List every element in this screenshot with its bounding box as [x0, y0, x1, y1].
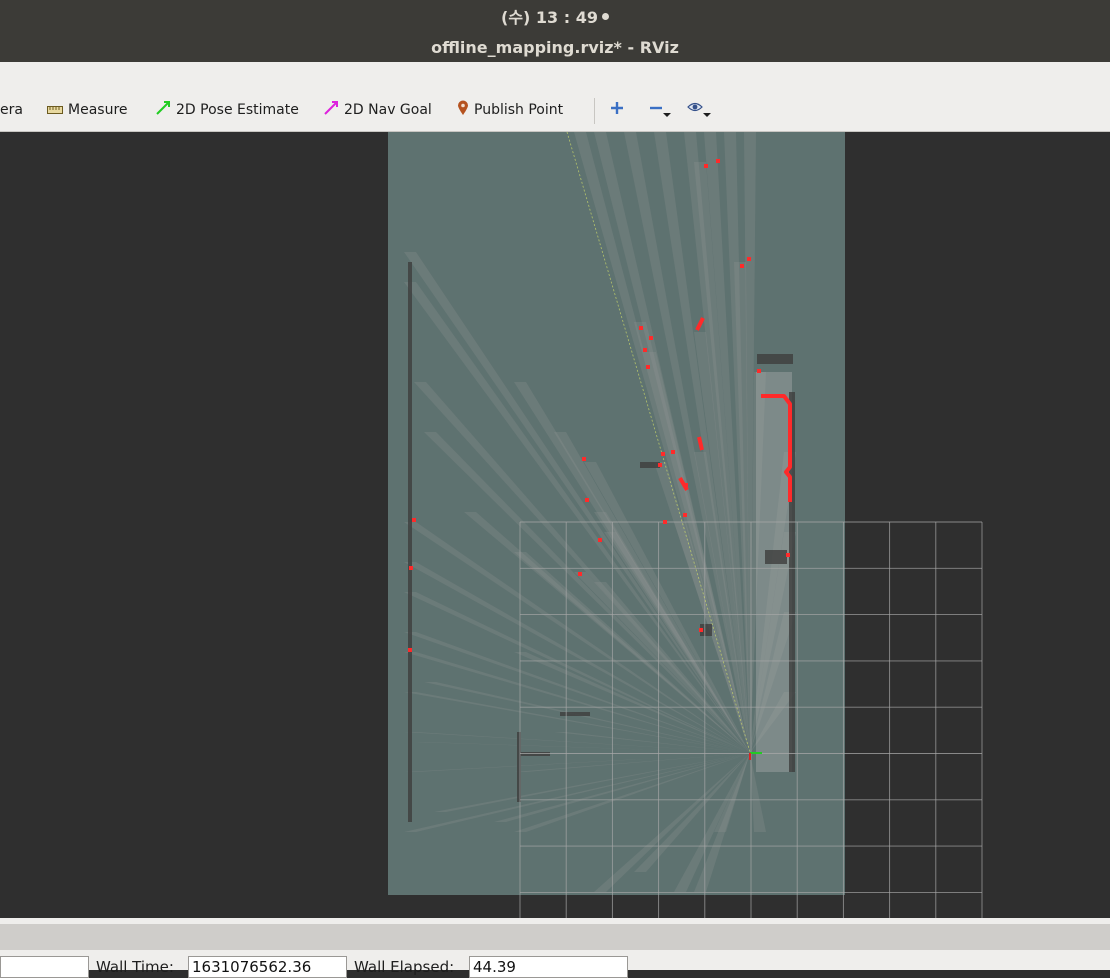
plus-icon — [610, 101, 629, 119]
eye-icon — [687, 98, 718, 122]
laser-point — [646, 365, 650, 369]
wall-elapsed-label: Wall Elapsed: — [354, 958, 455, 976]
laser-point — [747, 257, 751, 261]
tool-2d-pose-estimate[interactable]: 2D Pose Estimate — [155, 88, 299, 132]
laser-point — [649, 336, 653, 340]
laser-point — [683, 513, 687, 517]
notification-dot-icon — [602, 12, 609, 20]
obstacle — [757, 354, 793, 364]
laser-point — [661, 452, 665, 456]
time-panel — [0, 924, 1110, 950]
obstacle — [520, 752, 550, 756]
window-title: offline_mapping.rviz* - RViz — [431, 37, 679, 57]
laser-point — [704, 164, 708, 168]
laser-point — [643, 348, 647, 352]
tool-2d-nav-goal-label: 2D Nav Goal — [344, 102, 432, 118]
toolbar-separator — [594, 98, 595, 124]
laser-point — [786, 553, 790, 557]
remove-tool-button[interactable] — [649, 88, 678, 132]
view-tools-button[interactable] — [687, 88, 718, 132]
window-title-bar: offline_mapping.rviz* - RViz — [0, 32, 1110, 62]
laser-point — [671, 450, 675, 454]
laser-point — [757, 369, 761, 373]
obstacle — [765, 550, 787, 564]
map-pin-icon — [457, 100, 474, 120]
tool-2d-pose-estimate-label: 2D Pose Estimate — [176, 102, 299, 118]
minus-icon — [649, 98, 678, 122]
menu-bar — [0, 62, 1110, 88]
tool-publish-point-label: Publish Point — [474, 102, 564, 118]
green-arrow-icon — [155, 100, 176, 120]
map-canvas[interactable] — [0, 132, 1110, 918]
laser-point — [582, 457, 586, 461]
magenta-arrow-icon — [323, 100, 344, 120]
laser-point — [639, 326, 643, 330]
laser-point — [598, 538, 602, 542]
laser-point — [658, 463, 662, 467]
ros-time-field[interactable] — [0, 956, 89, 978]
obstacle — [408, 262, 412, 822]
tool-measure-label: Measure — [68, 102, 128, 118]
obstacle — [640, 462, 660, 468]
tool-measure[interactable]: Measure — [47, 88, 128, 132]
laser-point — [585, 498, 589, 502]
laser-point — [716, 159, 720, 163]
obstacle — [560, 712, 590, 716]
laser-point — [412, 518, 416, 522]
laser-point — [699, 628, 703, 632]
corridor-scan — [756, 372, 792, 772]
clock[interactable]: (수) 13 : 49 — [501, 4, 598, 28]
add-tool-button[interactable] — [610, 88, 629, 132]
wall-time-field[interactable]: 1631076562.36 — [188, 956, 347, 978]
laser-point — [409, 566, 413, 570]
tool-camera-label: era — [0, 102, 23, 118]
laser-point — [663, 520, 667, 524]
laser-point — [740, 264, 744, 268]
tool-2d-nav-goal[interactable]: 2D Nav Goal — [323, 88, 432, 132]
wall-time-label: Wall Time: — [96, 958, 174, 976]
tool-camera[interactable]: era — [0, 88, 23, 132]
3d-render-viewport[interactable] — [0, 132, 1110, 918]
laser-point — [408, 648, 412, 652]
ruler-icon — [47, 102, 68, 118]
tools-toolbar: era Measure 2D Pose Estimate 2D Nav Goal… — [0, 88, 1110, 132]
wall-elapsed-field[interactable]: 44.39 — [469, 956, 628, 978]
laser-point — [578, 572, 582, 576]
tool-publish-point[interactable]: Publish Point — [457, 88, 563, 132]
system-top-bar: (수) 13 : 49 — [0, 0, 1110, 32]
